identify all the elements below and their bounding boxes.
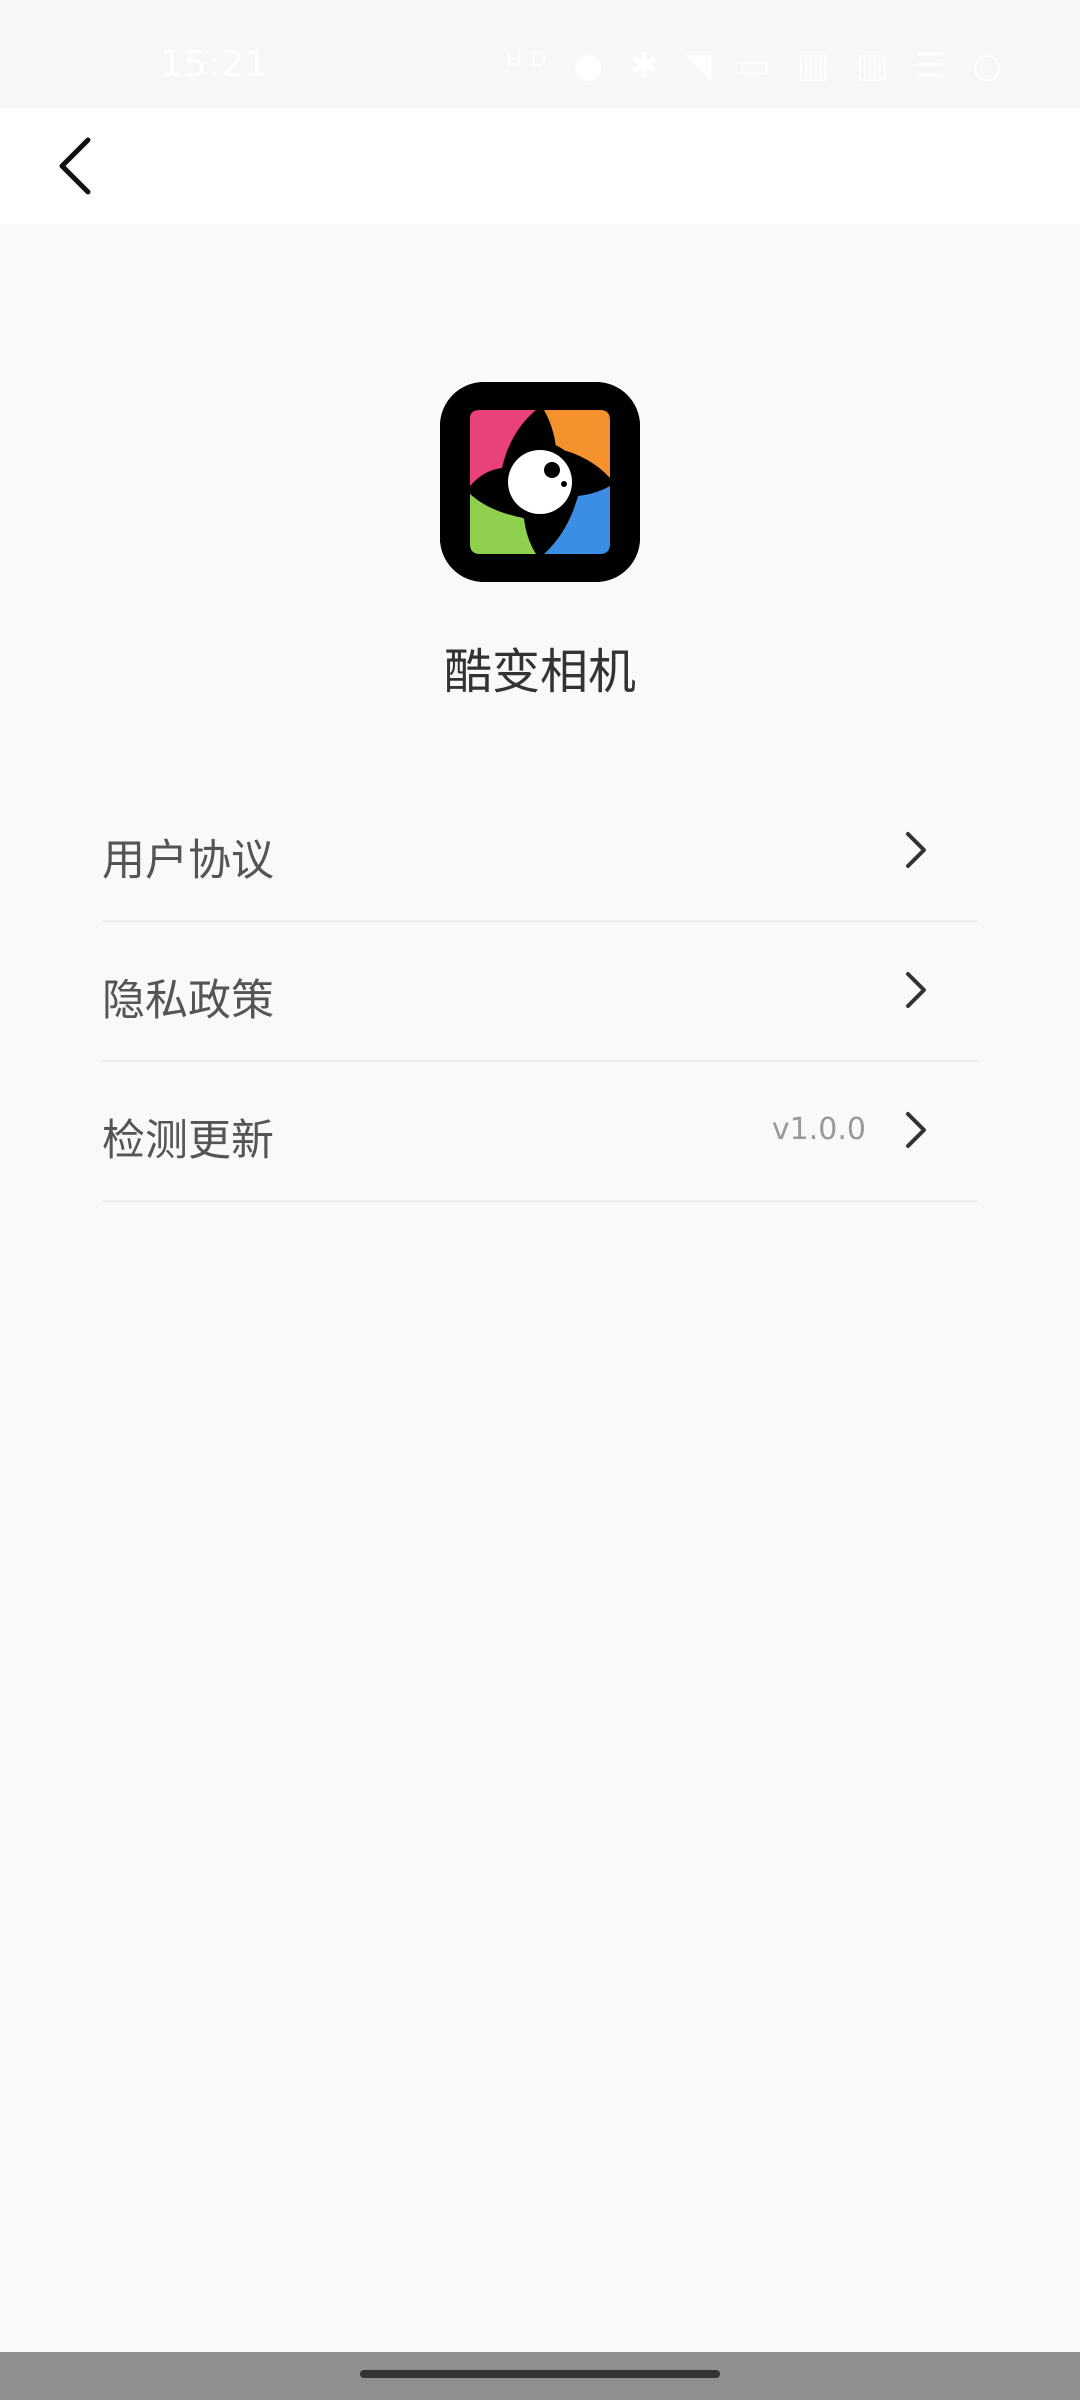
chevron-right-icon	[906, 972, 926, 1008]
chevron-right-icon	[906, 832, 926, 868]
back-button[interactable]	[40, 128, 112, 204]
chevron-right-icon	[906, 1112, 926, 1148]
version-label: v1.0.0	[771, 1112, 866, 1147]
settings-menu: 用户协议 隐私政策 检测更新 v1.0.0	[102, 782, 978, 1202]
menu-item-check-update[interactable]: 检测更新 v1.0.0	[102, 1062, 978, 1202]
menu-item-label: 检测更新	[102, 1116, 274, 1166]
camera-aperture-icon	[440, 382, 640, 582]
status-time: 15:21	[160, 44, 269, 85]
chevron-left-icon	[59, 137, 91, 195]
status-icons: ᴴᴰ ● ✱ ◥ ▭ ▥ ▥ ☰ ○	[506, 46, 1010, 86]
home-indicator[interactable]	[360, 2370, 720, 2378]
app-logo	[440, 382, 640, 582]
status-bar: 15:21 ᴴᴰ ● ✱ ◥ ▭ ▥ ▥ ☰ ○	[0, 0, 1080, 108]
app-name: 酷变相机	[443, 644, 636, 700]
menu-item-label: 隐私政策	[102, 976, 274, 1026]
menu-item-label: 用户协议	[102, 836, 274, 886]
menu-item-user-agreement[interactable]: 用户协议	[102, 782, 978, 922]
navigation-bar	[0, 2352, 1080, 2400]
menu-item-privacy-policy[interactable]: 隐私政策	[102, 922, 978, 1062]
app-bar	[0, 108, 1080, 224]
